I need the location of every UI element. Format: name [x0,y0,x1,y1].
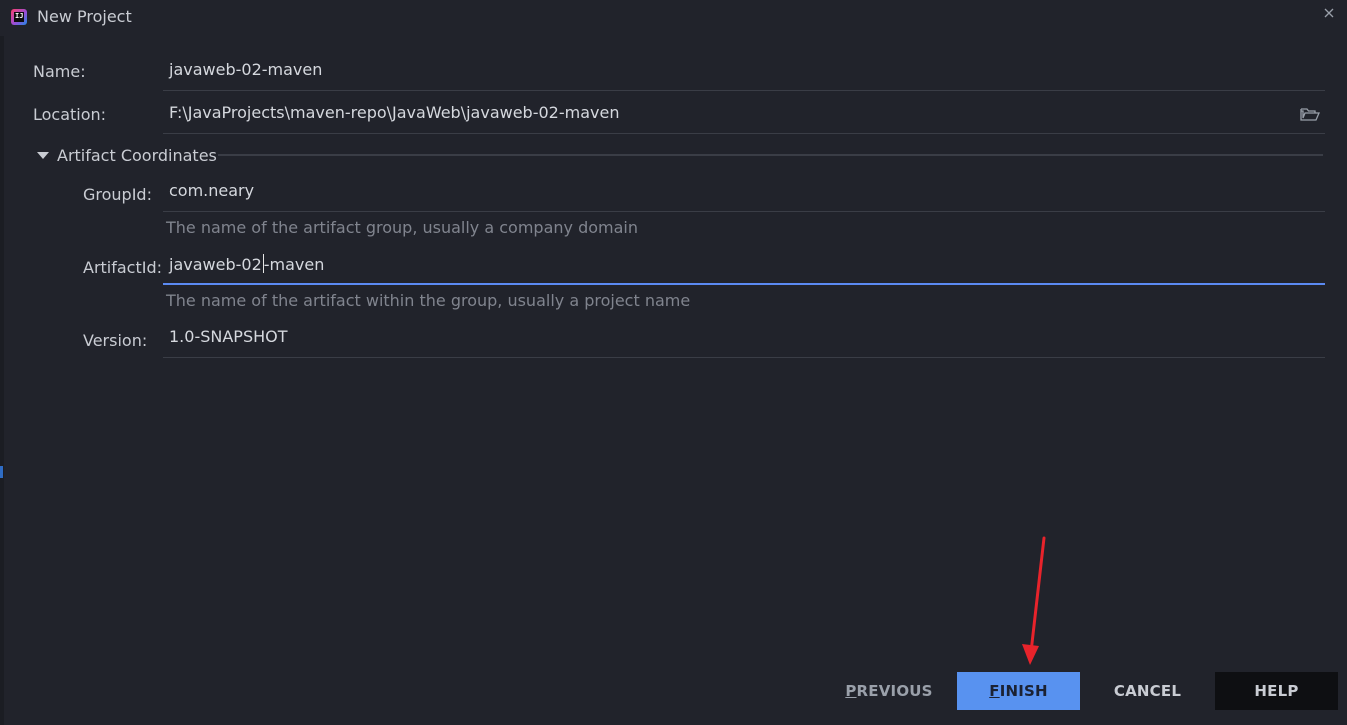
name-label: Name: [33,62,86,81]
close-icon[interactable] [1322,6,1336,20]
help-button[interactable]: HELP [1215,672,1338,710]
version-field[interactable]: 1.0-SNAPSHOT [163,318,1325,358]
new-project-dialog: IJ New Project Name: javaweb-02-maven Lo… [0,0,1347,725]
groupid-value: com.neary [169,181,255,200]
name-field[interactable]: javaweb-02-maven [163,51,1325,91]
window-title: New Project [37,7,132,26]
expand-triangle-icon [37,152,49,159]
version-label: Version: [83,331,148,350]
title-bar: IJ New Project [0,0,1347,36]
version-value: 1.0-SNAPSHOT [169,327,288,346]
groupid-field[interactable]: com.neary [163,172,1325,212]
artifact-coordinates-label: Artifact Coordinates [57,146,217,165]
left-edge-strip [0,36,4,725]
location-value: F:\JavaProjects\maven-repo\JavaWeb\javaw… [169,103,620,122]
artifact-coordinates-toggle[interactable]: Artifact Coordinates [36,146,217,167]
red-arrow-annotation [1022,536,1046,665]
folder-icon[interactable] [1300,106,1320,122]
artifactid-hint: The name of the artifact within the grou… [166,291,691,310]
groupid-hint: The name of the artifact group, usually … [166,218,638,237]
artifactid-label: ArtifactId: [83,258,163,277]
name-value: javaweb-02-maven [169,60,323,79]
location-label: Location: [33,105,107,124]
left-edge-marker [0,466,3,478]
finish-button[interactable]: FINISH [957,672,1080,710]
artifactid-value: javaweb-02 -maven [169,254,325,274]
location-field[interactable]: F:\JavaProjects\maven-repo\JavaWeb\javaw… [163,94,1325,134]
section-divider [218,154,1323,156]
artifactid-field[interactable]: javaweb-02 -maven [163,245,1325,285]
intellij-idea-icon: IJ [11,9,27,25]
groupid-label: GroupId: [83,185,152,204]
cancel-button[interactable]: CANCEL [1096,672,1199,710]
previous-button[interactable]: PREVIOUS [836,672,942,710]
